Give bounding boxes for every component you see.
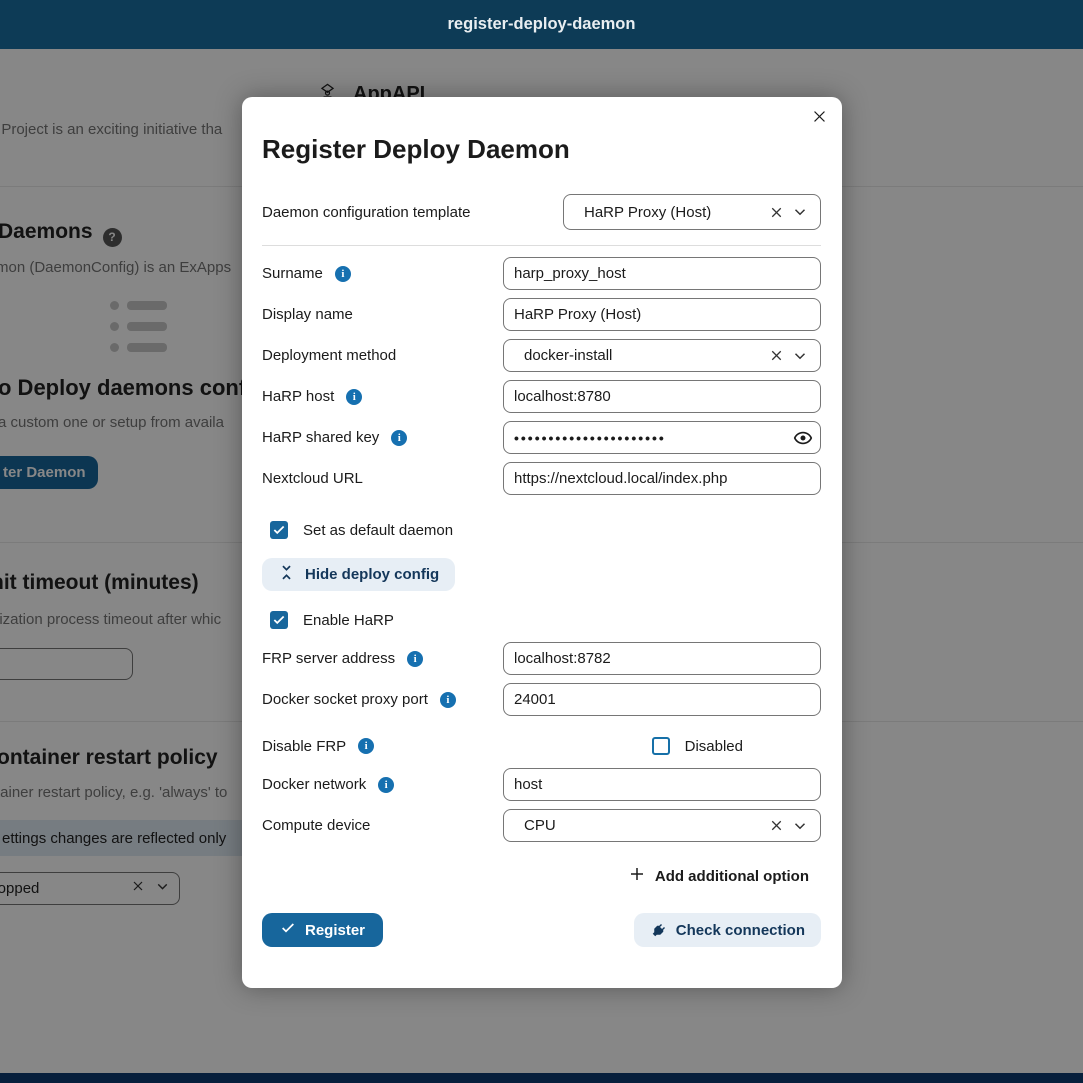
plus-icon <box>628 865 646 887</box>
check-icon <box>280 920 296 940</box>
disable-frp-row: Disable FRP i Disabled <box>262 737 821 755</box>
set-default-daemon-checkbox[interactable] <box>270 521 288 539</box>
surname-label: Surname <box>262 265 323 282</box>
frp-server-label: FRP server address <box>262 650 395 667</box>
compute-device-label: Compute device <box>262 817 370 834</box>
modal-title: Register Deploy Daemon <box>262 131 821 167</box>
docker-socket-port-input[interactable] <box>503 683 821 716</box>
nextcloud-url-row: Nextcloud URL <box>262 462 821 495</box>
register-button[interactable]: Register <box>262 913 383 947</box>
docker-network-row: Docker network i <box>262 768 821 801</box>
harp-shared-key-label: HaRP shared key <box>262 429 379 446</box>
info-icon[interactable]: i <box>346 389 362 405</box>
info-icon[interactable]: i <box>391 430 407 446</box>
template-label: Daemon configuration template <box>262 204 470 221</box>
frp-server-input[interactable] <box>503 642 821 675</box>
clear-icon[interactable] <box>764 344 788 368</box>
deployment-method-row: Deployment method docker-install <box>262 339 821 372</box>
info-icon[interactable]: i <box>358 738 374 754</box>
chevron-down-icon[interactable] <box>788 814 812 838</box>
deployment-method-select[interactable]: docker-install <box>503 339 821 372</box>
set-default-daemon-row: Set as default daemon <box>270 521 821 539</box>
deployment-method-label: Deployment method <box>262 347 396 364</box>
frp-server-row: FRP server address i <box>262 642 821 675</box>
show-password-eye-icon[interactable] <box>793 428 813 448</box>
clear-icon[interactable] <box>764 814 788 838</box>
harp-shared-key-row: HaRP shared key i <box>262 421 821 454</box>
harp-host-row: HaRP host i <box>262 380 821 413</box>
nextcloud-url-label: Nextcloud URL <box>262 470 363 487</box>
harp-host-label: HaRP host <box>262 388 334 405</box>
compute-device-row: Compute device CPU <box>262 809 821 842</box>
harp-host-input[interactable] <box>503 380 821 413</box>
info-icon[interactable]: i <box>407 651 423 667</box>
docker-socket-port-label: Docker socket proxy port <box>262 691 428 708</box>
chevron-down-icon[interactable] <box>788 344 812 368</box>
template-select[interactable]: HaRP Proxy (Host) <box>563 194 821 230</box>
info-icon[interactable]: i <box>378 777 394 793</box>
disabled-label[interactable]: Disabled <box>685 738 743 755</box>
display-name-label: Display name <box>262 306 353 323</box>
info-icon[interactable]: i <box>440 692 456 708</box>
docker-network-input[interactable] <box>503 768 821 801</box>
register-deploy-daemon-modal: Register Deploy Daemon Daemon configurat… <box>242 97 842 988</box>
set-default-daemon-label[interactable]: Set as default daemon <box>303 522 453 539</box>
enable-harp-label[interactable]: Enable HaRP <box>303 612 394 629</box>
plug-icon <box>646 918 670 942</box>
chevron-down-icon[interactable] <box>788 200 812 224</box>
compute-device-select[interactable]: CPU <box>503 809 821 842</box>
add-additional-option-button[interactable]: Add additional option <box>628 865 809 887</box>
docker-socket-port-row: Docker socket proxy port i <box>262 683 821 716</box>
close-icon[interactable] <box>808 105 830 127</box>
check-connection-button[interactable]: Check connection <box>634 913 821 947</box>
nextcloud-url-input[interactable] <box>503 462 821 495</box>
hide-deploy-config-button[interactable]: Hide deploy config <box>262 558 455 591</box>
collapse-icon <box>278 564 295 585</box>
page-title: register-deploy-daemon <box>448 15 636 34</box>
docker-network-label: Docker network <box>262 776 366 793</box>
enable-harp-row: Enable HaRP <box>270 611 821 629</box>
surname-row: Surname i <box>262 257 821 290</box>
top-header-bar: register-deploy-daemon <box>0 0 1083 49</box>
harp-shared-key-input[interactable] <box>503 421 821 454</box>
disable-frp-label: Disable FRP <box>262 738 346 755</box>
surname-input[interactable] <box>503 257 821 290</box>
display-name-row: Display name <box>262 298 821 331</box>
clear-icon[interactable] <box>764 200 788 224</box>
template-row: Daemon configuration template HaRP Proxy… <box>262 194 821 230</box>
disable-frp-checkbox[interactable] <box>652 737 670 755</box>
divider <box>262 245 821 246</box>
display-name-input[interactable] <box>503 298 821 331</box>
info-icon[interactable]: i <box>335 266 351 282</box>
enable-harp-checkbox[interactable] <box>270 611 288 629</box>
